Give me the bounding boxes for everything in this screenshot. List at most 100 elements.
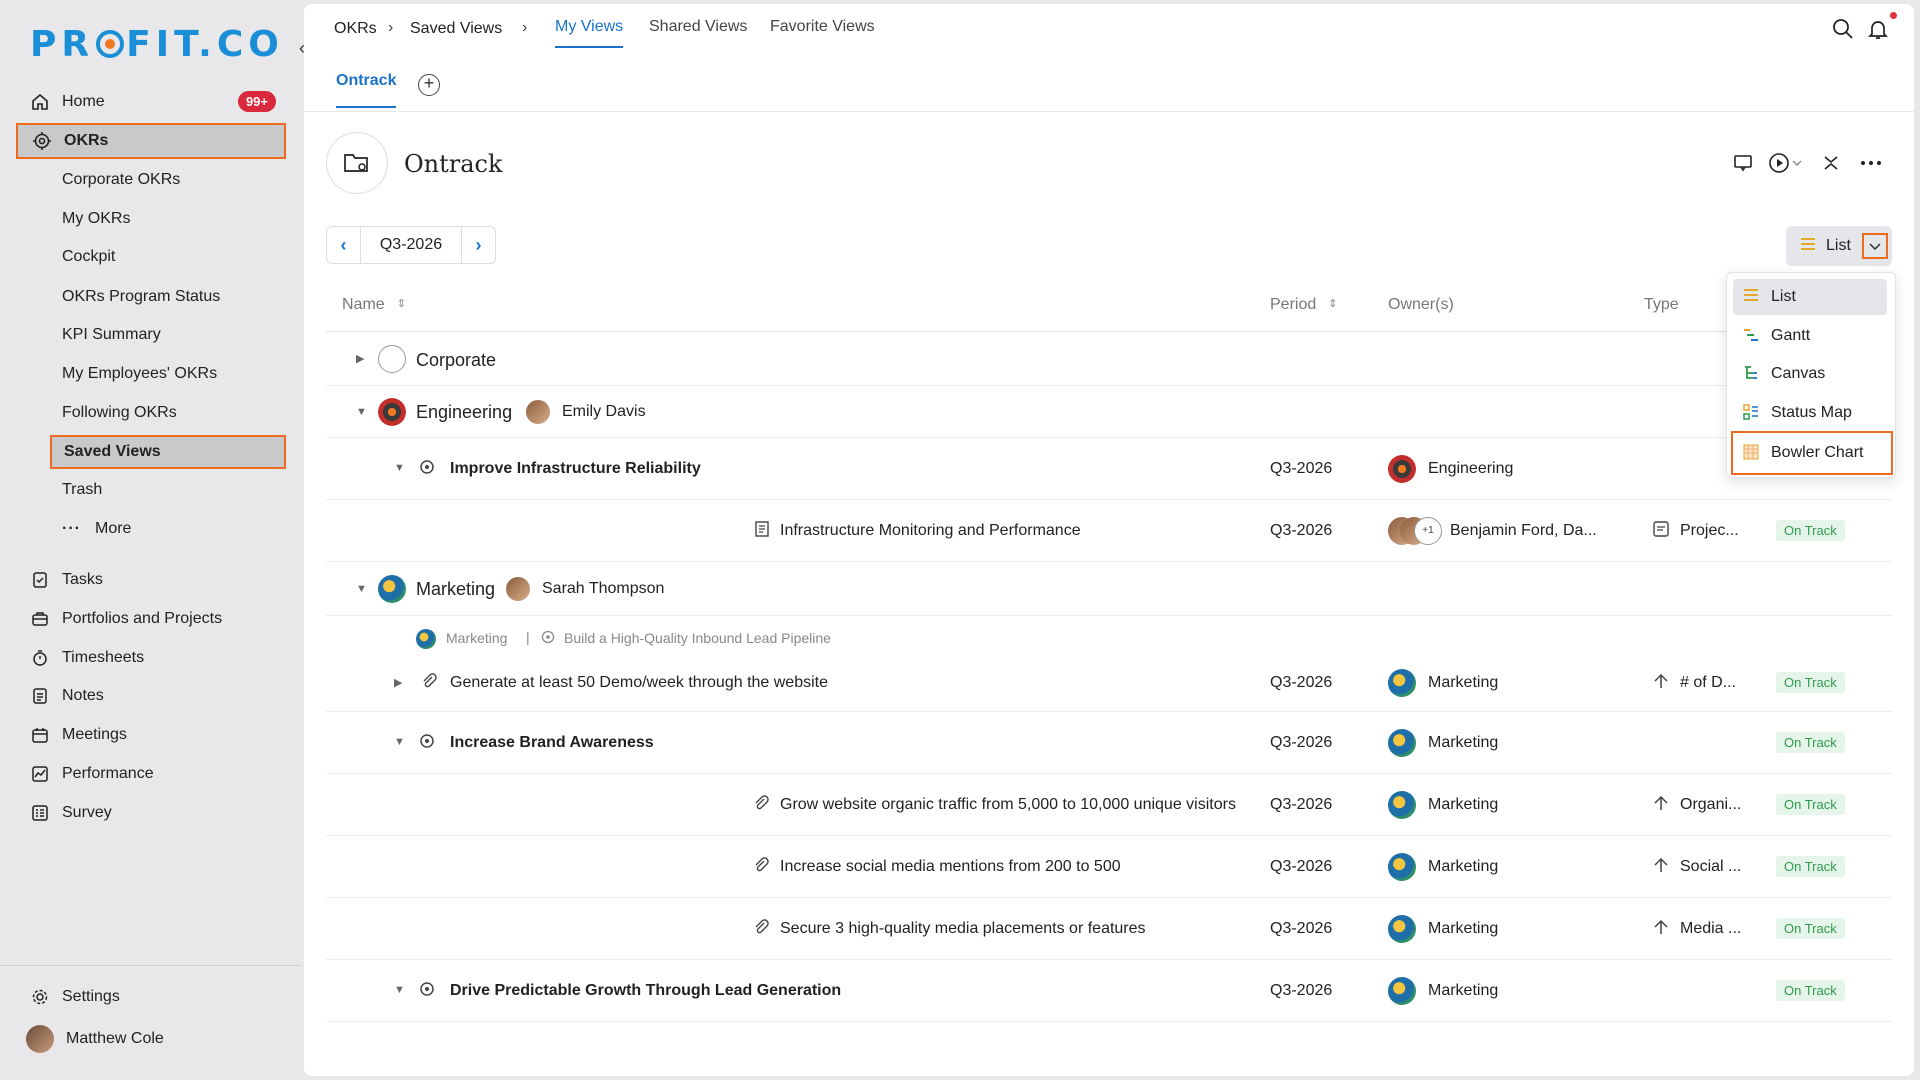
menu-item-gantt[interactable]: Gantt [1733, 318, 1887, 354]
menu-item-canvas[interactable]: Canvas [1733, 356, 1887, 392]
breadcrumb-okrs[interactable]: OKRs [334, 20, 377, 38]
tab-my-views[interactable]: My Views [555, 18, 624, 48]
sidebar-item-tasks[interactable]: Tasks [16, 562, 286, 598]
more-dots-icon: ··· [62, 520, 81, 537]
profit-co-logo[interactable]: PR FIT.CO [30, 24, 284, 65]
parent-objective-name[interactable]: Build a High-Quality Inbound Lead Pipeli… [564, 630, 831, 646]
next-period-chevron-right-icon[interactable]: › [461, 227, 495, 263]
group-name[interactable]: Corporate [416, 350, 496, 371]
increase-arrow-up-icon [1652, 856, 1670, 879]
collapse-caret-down-icon[interactable]: ▼ [394, 462, 405, 474]
layout-chevron-down-icon[interactable] [1862, 233, 1888, 259]
tab-shared-views[interactable]: Shared Views [649, 18, 747, 36]
sidebar-sub-kpi-summary[interactable]: KPI Summary [50, 318, 286, 352]
column-header-period[interactable]: Period ⇕ [1270, 296, 1337, 314]
status-badge: On Track [1776, 980, 1845, 1001]
sidebar-item-meetings[interactable]: Meetings [16, 717, 286, 753]
key-result-name[interactable]: Increase social media mentions from 200 … [780, 858, 1121, 876]
collapse-caret-down-icon[interactable]: ▼ [356, 406, 367, 418]
user-name: Matthew Cole [66, 1030, 164, 1047]
initiative-name[interactable]: Infrastructure Monitoring and Performanc… [780, 522, 1081, 540]
gantt-icon [1743, 327, 1761, 345]
sidebar-item-timesheets[interactable]: Timesheets [16, 640, 286, 676]
group-name[interactable]: Marketing [416, 579, 495, 600]
sidebar-sub-cockpit[interactable]: Cockpit [50, 240, 286, 274]
collapse-caret-down-icon[interactable]: ▼ [356, 583, 367, 595]
sidebar-item-notes[interactable]: Notes [16, 678, 286, 714]
group-row-marketing[interactable]: ▼ Marketing Sarah Thompson [326, 562, 1892, 616]
sidebar-item-portfolios[interactable]: Portfolios and Projects [16, 601, 286, 637]
row-owner: Marketing [1428, 796, 1499, 813]
sidebar-sub-trash[interactable]: Trash [50, 473, 286, 507]
objective-name[interactable]: Improve Infrastructure Reliability [450, 460, 701, 478]
table-row[interactable]: Secure 3 high-quality media placements o… [326, 898, 1892, 960]
owner-team-avatar [1388, 977, 1416, 1005]
table-row[interactable]: ▼ Increase Brand Awareness Q3-2026 Marke… [326, 712, 1892, 774]
table-row[interactable]: Grow website organic traffic from 5,000 … [326, 774, 1892, 836]
parent-team-avatar [416, 629, 436, 649]
menu-item-status-map[interactable]: Status Map [1733, 395, 1887, 431]
table-row[interactable]: Marketing | Build a High-Quality Inbound… [326, 616, 1892, 712]
sidebar-sub-corporate-okrs[interactable]: Corporate OKRs [50, 163, 286, 197]
sidebar-sub-more[interactable]: ··· More [50, 512, 286, 546]
table-row[interactable]: ▼ Improve Infrastructure Reliability Q3-… [326, 438, 1892, 500]
group-owner: Emily Davis [562, 403, 646, 420]
bell-icon[interactable] [1867, 18, 1891, 42]
sidebar-sub-program-status[interactable]: OKRs Program Status [50, 280, 286, 314]
sidebar-item-label: Performance [62, 765, 154, 782]
table-row[interactable]: Increase social media mentions from 200 … [326, 836, 1892, 898]
expand-caret-right-icon[interactable]: ▶ [394, 676, 402, 689]
column-header-name[interactable]: Name ⇕ [342, 296, 406, 314]
group-row-engineering[interactable]: ▼ Engineering Emily Davis [326, 386, 1892, 438]
collapse-icon[interactable] [1818, 150, 1844, 176]
user-profile[interactable]: Matthew Cole [16, 1021, 286, 1057]
table-row[interactable]: Infrastructure Monitoring and Performanc… [326, 500, 1892, 562]
search-icon[interactable] [1832, 18, 1856, 42]
sidebar-item-okrs[interactable]: OKRs [16, 123, 286, 159]
layout-dropdown-menu: List Gantt Canvas Status Map Bowler Char… [1726, 272, 1896, 478]
sidebar-item-home[interactable]: Home 99+ [16, 84, 286, 120]
row-period: Q3-2026 [1270, 858, 1333, 875]
column-header-label: Period [1270, 296, 1317, 313]
tab-favorite-views[interactable]: Favorite Views [770, 18, 875, 36]
add-tab-plus-icon[interactable]: + [418, 74, 440, 96]
key-result-name[interactable]: Generate at least 50 Demo/week through t… [450, 674, 828, 692]
sidebar-sub-my-okrs[interactable]: My OKRs [50, 202, 286, 236]
key-result-name[interactable]: Secure 3 high-quality media placements o… [780, 920, 1146, 938]
expand-caret-right-icon[interactable]: ▶ [356, 352, 364, 365]
more-options-icon[interactable] [1858, 150, 1884, 176]
play-icon[interactable] [1766, 150, 1792, 176]
list-icon [1800, 237, 1816, 256]
objective-name[interactable]: Increase Brand Awareness [450, 734, 654, 752]
comment-icon[interactable] [1730, 150, 1756, 176]
previous-period-chevron-left-icon[interactable]: ‹ [327, 227, 361, 263]
sidebar-item-performance[interactable]: Performance [16, 756, 286, 792]
menu-item-list[interactable]: List [1733, 279, 1887, 315]
period-value[interactable]: Q3-2026 [361, 236, 461, 254]
menu-item-bowler-chart[interactable]: Bowler Chart [1731, 431, 1893, 475]
tab-ontrack[interactable]: Ontrack [336, 72, 397, 108]
project-icon [1652, 520, 1670, 543]
sidebar-sub-saved-views[interactable]: Saved Views [50, 435, 286, 469]
table-row[interactable]: ▼ Drive Predictable Growth Through Lead … [326, 960, 1892, 1022]
sidebar-item-settings[interactable]: Settings [16, 979, 286, 1015]
column-header-type[interactable]: Type [1644, 296, 1679, 314]
breadcrumb-saved-views[interactable]: Saved Views [410, 20, 502, 38]
collapse-caret-down-icon[interactable]: ▼ [394, 736, 405, 748]
sidebar-item-survey[interactable]: Survey [16, 795, 286, 831]
group-row-corporate[interactable]: ▶ Corporate [326, 332, 1892, 386]
extra-owners-count[interactable]: +1 [1414, 517, 1442, 545]
row-period: Q3-2026 [1270, 734, 1333, 751]
play-options-chevron-down-icon[interactable] [1790, 150, 1804, 176]
key-result-name[interactable]: Grow website organic traffic from 5,000 … [780, 796, 1236, 814]
sidebar-sub-following-okrs[interactable]: Following OKRs [50, 396, 286, 430]
owner-team-avatar [1388, 669, 1416, 697]
layout-select-button[interactable]: List [1786, 226, 1892, 266]
sidebar-sub-employees-okrs[interactable]: My Employees' OKRs [50, 357, 286, 391]
column-header-owners[interactable]: Owner(s) [1388, 296, 1454, 314]
collapse-caret-down-icon[interactable]: ▼ [394, 984, 405, 996]
increase-arrow-up-icon [1652, 918, 1670, 941]
group-name[interactable]: Engineering [416, 402, 512, 423]
objective-name[interactable]: Drive Predictable Growth Through Lead Ge… [450, 982, 841, 1000]
breadcrumb-separator-icon: › [388, 19, 394, 36]
